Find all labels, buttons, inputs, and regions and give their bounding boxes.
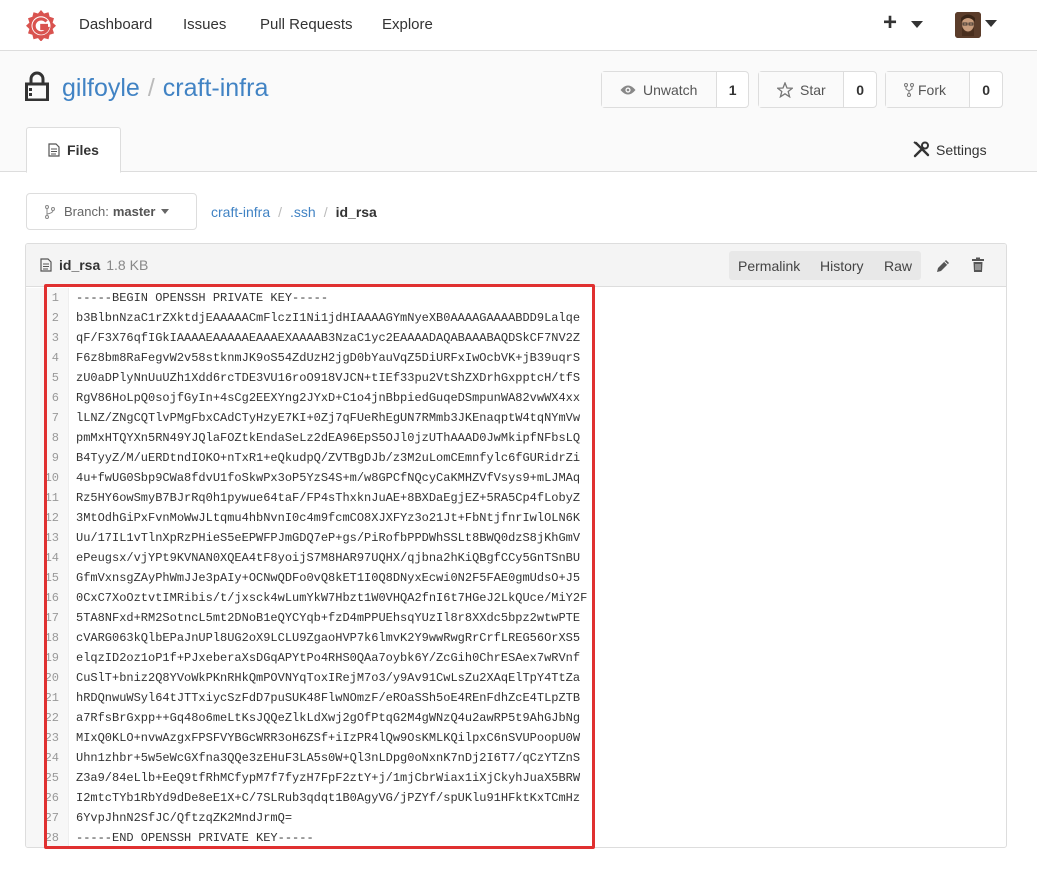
eye-icon (620, 85, 636, 94)
top-nav: Dashboard Issues Pull Requests Explore + (0, 0, 1037, 51)
tab-files-label: Files (67, 142, 99, 158)
caret-down-icon (985, 20, 997, 27)
branch-icon (45, 204, 55, 219)
unwatch-button[interactable]: Unwatch (602, 72, 718, 107)
nav-pull-requests[interactable]: Pull Requests (260, 16, 353, 33)
star-icon (777, 81, 793, 98)
repo-name-link[interactable]: craft-infra (163, 74, 269, 102)
breadcrumb-separator: / (323, 204, 328, 220)
fork-icon (904, 82, 914, 97)
file-name: id_rsa (59, 257, 101, 273)
permalink-button[interactable]: Permalink (729, 251, 811, 280)
branch-selector[interactable]: Branch: master (26, 193, 197, 230)
nav-explore[interactable]: Explore (382, 16, 433, 33)
gogs-logo-icon[interactable] (25, 9, 57, 41)
repo-title: gilfoyle / craft-infra (62, 74, 268, 103)
file-text-icon (48, 143, 60, 157)
fork-button-group: Fork 0 (885, 71, 1003, 108)
breadcrumb-root[interactable]: craft-infra (211, 204, 270, 220)
repo-header: gilfoyle / craft-infra Unwatch 1 Star 0 Fo… (0, 51, 1037, 173)
trash-icon[interactable] (971, 257, 985, 273)
star-button-group: Star 0 (758, 71, 877, 108)
breadcrumb-folder[interactable]: .ssh (290, 204, 316, 220)
tab-settings-label: Settings (936, 141, 987, 158)
nav-issues[interactable]: Issues (183, 16, 226, 33)
fork-button[interactable]: Fork (886, 72, 971, 107)
pencil-icon[interactable] (935, 258, 951, 274)
breadcrumb: craft-infra / .ssh / id_rsa (211, 204, 377, 220)
highlight-box (44, 284, 595, 849)
lock-icon (25, 71, 49, 101)
branch-prefix: Branch: (64, 204, 109, 219)
file-size: 1.8 KB (106, 257, 149, 273)
file-header: id_rsa 1.8 KB Permalink History Raw (26, 244, 1006, 287)
repo-owner-link[interactable]: gilfoyle (62, 74, 140, 102)
file-title: id_rsa 1.8 KB (40, 257, 148, 273)
user-menu[interactable] (955, 12, 1001, 38)
star-count[interactable]: 0 (844, 72, 876, 107)
create-new-menu[interactable]: + (883, 9, 925, 38)
fork-count[interactable]: 0 (970, 72, 1002, 107)
file-text-icon (40, 258, 52, 272)
star-label: Star (800, 81, 826, 98)
raw-button[interactable]: Raw (875, 251, 921, 280)
branch-name: master (112, 204, 156, 219)
tab-files[interactable]: Files (26, 127, 121, 173)
breadcrumb-separator: / (278, 204, 283, 220)
file-actions: Permalink History Raw (729, 251, 921, 280)
tab-settings[interactable]: Settings (913, 141, 987, 158)
star-button[interactable]: Star (759, 72, 845, 107)
caret-down-icon (911, 21, 923, 28)
history-button[interactable]: History (811, 251, 875, 280)
avatar (955, 12, 981, 38)
caret-down-icon (161, 209, 170, 214)
repo-title-separator: / (147, 74, 155, 102)
fork-label: Fork (918, 81, 946, 98)
nav-dashboard[interactable]: Dashboard (79, 16, 152, 33)
watch-count[interactable]: 1 (717, 72, 748, 107)
tools-icon (913, 141, 930, 158)
watch-button-group: Unwatch 1 (601, 71, 749, 108)
plus-icon: + (883, 9, 898, 36)
breadcrumb-current-file: id_rsa (335, 204, 377, 220)
unwatch-label: Unwatch (643, 81, 698, 98)
